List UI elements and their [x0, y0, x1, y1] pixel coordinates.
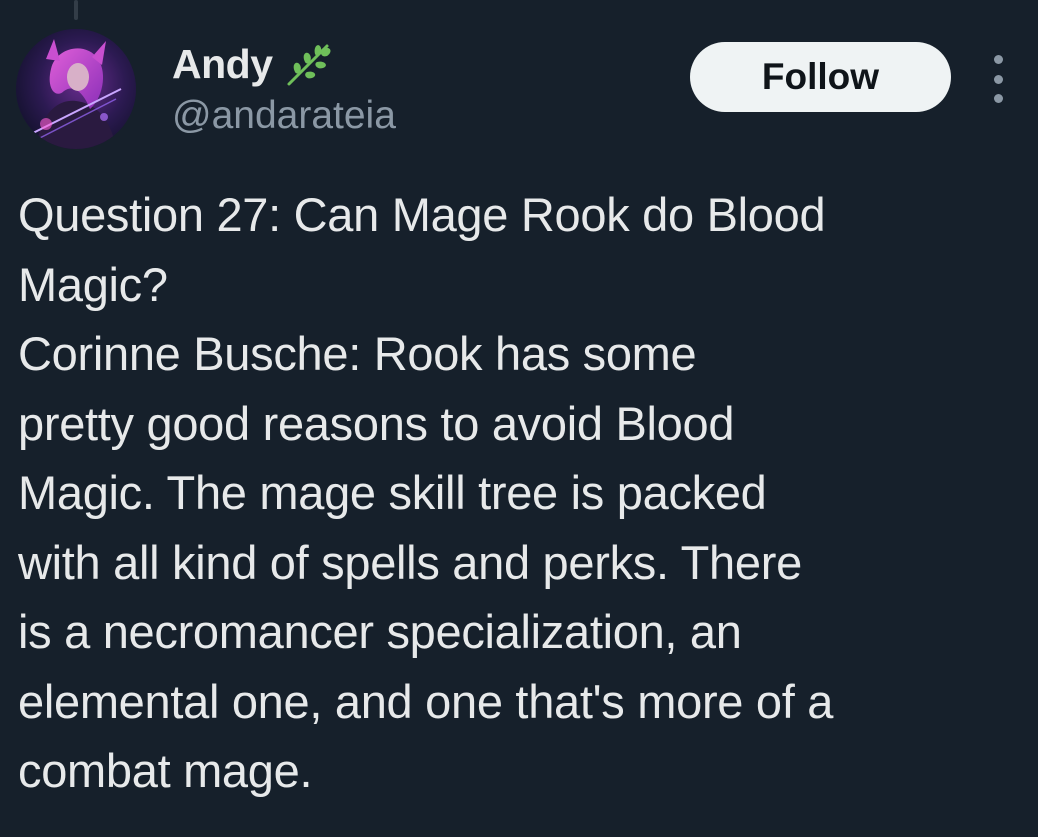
- more-options-dot: [993, 74, 1003, 84]
- display-name[interactable]: Andy: [172, 40, 273, 88]
- tweet-text-line: combat mage.: [18, 744, 313, 797]
- avatar[interactable]: [16, 29, 136, 149]
- more-options-dot: [993, 94, 1003, 103]
- tweet-text-line: Question 27: Can Mage Rook do Blood: [18, 188, 826, 241]
- tweet-text-line: with all kind of spells and perks. There: [18, 535, 802, 589]
- more-options-icon[interactable]: [985, 55, 1011, 103]
- follow-button[interactable]: Follow: [690, 42, 951, 112]
- avatar-image: [16, 29, 136, 149]
- thread-connector-line: [74, 0, 78, 20]
- author-handle[interactable]: @andarateia: [172, 92, 396, 140]
- tweet-text-line: Corinne Busche: Rook has some: [18, 327, 697, 380]
- tweet-text-line: Magic?: [18, 257, 168, 311]
- more-options-dot: [993, 55, 1003, 64]
- tweet-card: Andy @andarateia Follow Question 27: Can…: [0, 0, 1038, 837]
- leaf-icon: [283, 40, 335, 88]
- tweet-text-line: Magic. The mage skill tree is packed: [18, 466, 767, 519]
- tweet-text-line: pretty good reasons to avoid Blood: [18, 396, 735, 450]
- tweet-text: Question 27: Can Mage Rook do Blood Magi…: [18, 180, 1018, 806]
- tweet-text-line: is a necromancer specialization, an: [18, 605, 742, 658]
- author-name-row: Andy: [172, 40, 335, 88]
- tweet-text-line: elemental one, and one that's more of a: [18, 674, 834, 728]
